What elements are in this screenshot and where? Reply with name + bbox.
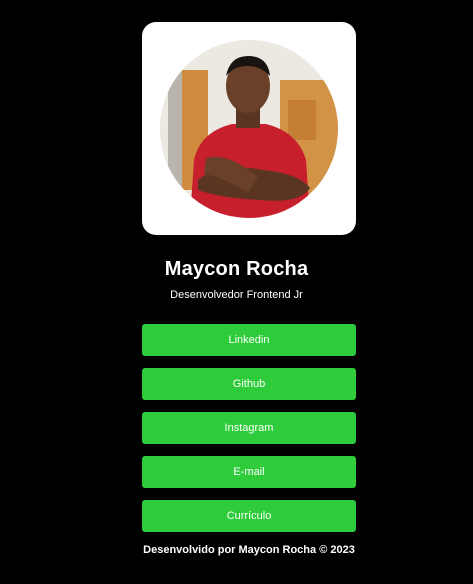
footer-credit: Desenvolvido por Maycon Rocha © 2023 (143, 544, 355, 556)
profile-card (142, 22, 356, 235)
linkedin-button[interactable]: Linkedin (142, 324, 356, 356)
profile-name: Maycon Rocha (164, 258, 309, 280)
avatar (160, 40, 338, 218)
profile-role: Desenvolvedor Frontend Jr (170, 289, 303, 301)
links-list: Linkedin Github Instagram E-mail Currícu… (142, 324, 356, 544)
profile-photo (160, 40, 338, 218)
instagram-button[interactable]: Instagram (142, 412, 356, 444)
curriculo-button[interactable]: Currículo (142, 500, 356, 532)
github-button[interactable]: Github (142, 368, 356, 400)
email-button[interactable]: E-mail (142, 456, 356, 488)
